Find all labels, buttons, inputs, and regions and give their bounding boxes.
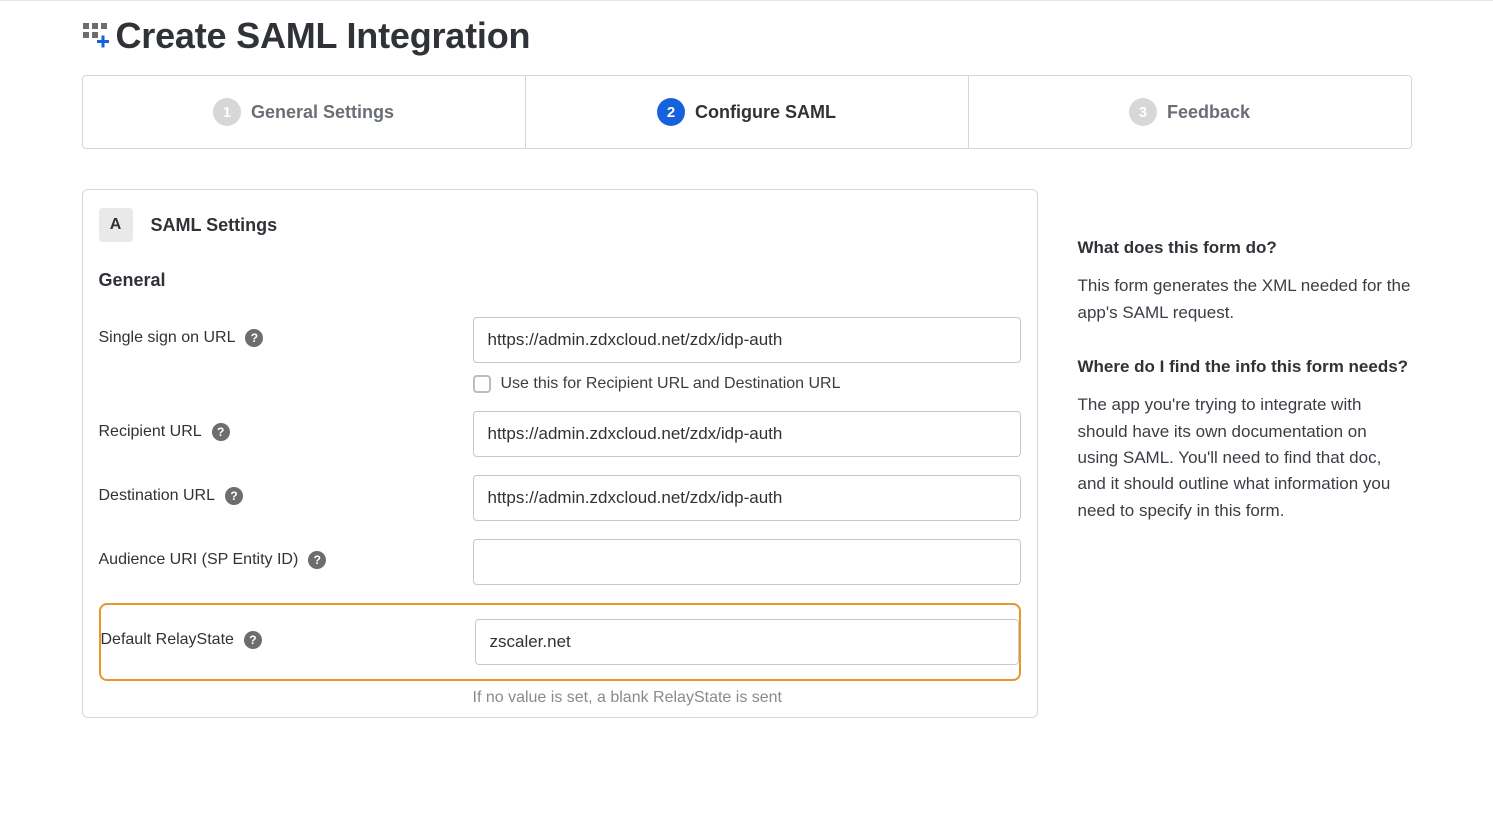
step-label: General Settings [251,102,394,123]
input-relay-state[interactable] [475,619,1019,665]
input-audience-uri[interactable] [473,539,1021,585]
help-icon[interactable]: ? [245,329,263,347]
step-label: Configure SAML [695,102,836,123]
step-number: 2 [657,98,685,126]
checkbox-icon[interactable] [473,375,491,393]
panel-letter-badge: A [99,208,133,242]
label-recipient-url: Recipient URL [99,423,202,441]
highlight-relay-state: Default RelayState ? [99,603,1021,681]
step-number: 3 [1129,98,1157,126]
row-recipient-url: Recipient URL ? [99,411,1021,457]
help-sidebar: What does this form do? This form genera… [1078,189,1412,552]
checkbox-label: Use this for Recipient URL and Destinati… [501,375,841,393]
step-label: Feedback [1167,102,1250,123]
input-sso-url[interactable] [473,317,1021,363]
hint-relay-state: If no value is set, a blank RelayState i… [473,689,1021,707]
label-sso-url: Single sign on URL [99,329,236,347]
help-icon[interactable]: ? [212,423,230,441]
section-heading-general: General [99,270,1021,291]
page-header: Create SAML Integration [82,11,1412,75]
input-recipient-url[interactable] [473,411,1021,457]
step-configure-saml[interactable]: 2 Configure SAML [525,76,968,148]
app-grid-icon [82,22,110,50]
help-text-1: This form generates the XML needed for t… [1078,273,1412,326]
step-number: 1 [213,98,241,126]
row-sso-url: Single sign on URL ? Use this for Recipi… [99,317,1021,393]
saml-settings-panel: A SAML Settings General Single sign on U… [82,189,1038,718]
row-audience-uri: Audience URI (SP Entity ID) ? [99,539,1021,585]
help-heading-2: Where do I find the info this form needs… [1078,354,1412,380]
wizard-stepper: 1 General Settings 2 Configure SAML 3 Fe… [82,75,1412,149]
label-relay-state: Default RelayState [101,631,234,649]
row-destination-url: Destination URL ? [99,475,1021,521]
label-destination-url: Destination URL [99,487,216,505]
help-icon[interactable]: ? [244,631,262,649]
panel-title: SAML Settings [151,215,278,236]
help-icon[interactable]: ? [308,551,326,569]
step-feedback[interactable]: 3 Feedback [968,76,1411,148]
help-text-2: The app you're trying to integrate with … [1078,392,1412,524]
help-icon[interactable]: ? [225,487,243,505]
page-title: Create SAML Integration [116,15,531,57]
step-general-settings[interactable]: 1 General Settings [83,76,525,148]
checkbox-use-for-recipient-destination[interactable]: Use this for Recipient URL and Destinati… [473,375,1021,393]
help-heading-1: What does this form do? [1078,235,1412,261]
input-destination-url[interactable] [473,475,1021,521]
label-audience-uri: Audience URI (SP Entity ID) [99,551,299,569]
row-relay-state: Default RelayState ? [101,619,1019,665]
panel-header: A SAML Settings [99,208,1021,242]
